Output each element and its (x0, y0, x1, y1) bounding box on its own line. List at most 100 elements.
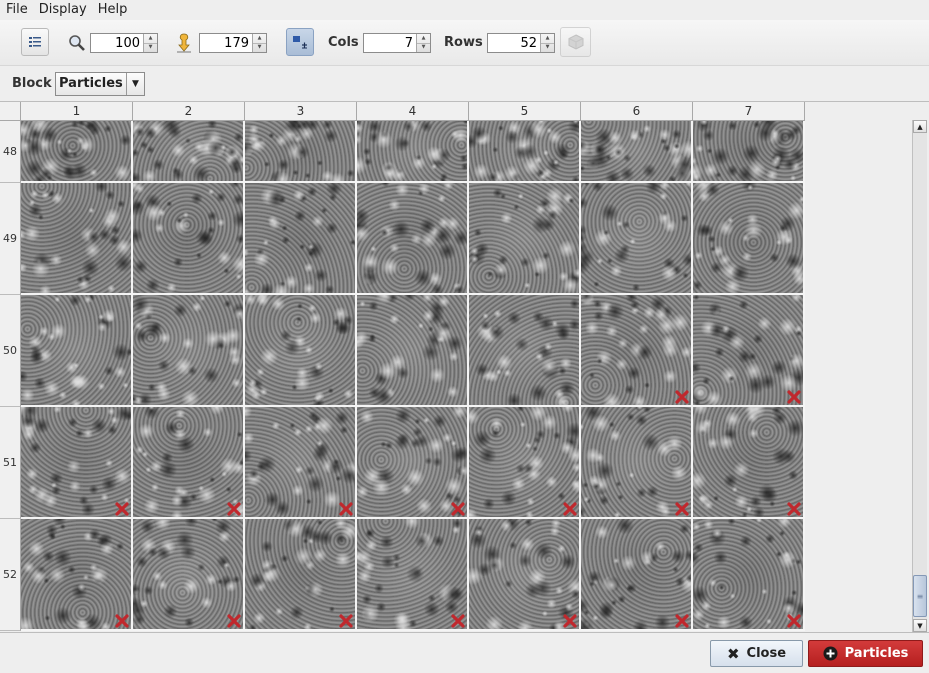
particle-cell[interactable] (581, 519, 693, 631)
disabled-mark-icon (339, 614, 353, 628)
column-header[interactable]: 2 (133, 102, 245, 121)
table-corner (0, 102, 21, 121)
volume-3d-button[interactable] (560, 27, 591, 57)
particle-cell[interactable] (693, 519, 805, 631)
particle-cell[interactable] (245, 407, 357, 519)
particle-cell[interactable] (581, 183, 693, 295)
particle-cell[interactable] (357, 407, 469, 519)
disabled-mark-icon (339, 502, 353, 516)
cols-down-arrow[interactable]: ▼ (417, 42, 430, 53)
particle-cell[interactable] (693, 407, 805, 519)
particle-cell[interactable] (245, 183, 357, 295)
grid-adjust-icon (293, 36, 307, 49)
save-particles-button[interactable]: Particles (808, 640, 923, 667)
row-header[interactable]: 48 (0, 121, 21, 183)
cols-label: Cols (328, 35, 359, 50)
particle-cell[interactable] (469, 295, 581, 407)
particle-cell[interactable] (469, 121, 581, 183)
rows-down-arrow[interactable]: ▼ (541, 42, 554, 53)
particle-cell[interactable] (21, 295, 133, 407)
column-header[interactable]: 7 (693, 102, 805, 121)
particles-button-label: Particles (844, 646, 909, 661)
particle-cell[interactable] (693, 183, 805, 295)
row-header[interactable]: 52 (0, 519, 21, 631)
menu-display[interactable]: Display (33, 0, 92, 20)
particle-cell[interactable] (21, 121, 133, 183)
particle-cell[interactable] (469, 519, 581, 631)
cols-up-arrow[interactable]: ▲ (417, 34, 430, 43)
particle-cell[interactable] (133, 407, 245, 519)
particle-cell[interactable] (21, 183, 133, 295)
zoom-up-arrow[interactable]: ▲ (144, 34, 157, 43)
row-header[interactable]: 50 (0, 295, 21, 407)
scroll-thumb[interactable]: ≡ (913, 575, 927, 617)
angle-spinner[interactable]: ▲▼ (199, 33, 267, 53)
row-header[interactable]: 51 (0, 407, 21, 519)
chevron-down-icon[interactable]: ▼ (126, 73, 144, 95)
disabled-mark-icon (675, 502, 689, 516)
column-header[interactable]: 4 (357, 102, 469, 121)
particle-cell[interactable] (357, 183, 469, 295)
disabled-mark-icon (227, 502, 241, 516)
particle-cell[interactable] (357, 121, 469, 183)
rows-input[interactable] (488, 34, 540, 52)
column-header[interactable]: 1 (21, 102, 133, 121)
scroll-down-arrow[interactable]: ▼ (913, 619, 927, 632)
zoom-spinner[interactable]: ▲▼ (90, 33, 158, 53)
particle-cell[interactable] (133, 183, 245, 295)
disabled-mark-icon (787, 390, 801, 404)
disabled-mark-icon (451, 614, 465, 628)
particle-cell[interactable] (581, 121, 693, 183)
particle-cell[interactable] (693, 295, 805, 407)
close-icon: ✖ (726, 644, 740, 663)
menu-help[interactable]: Help (92, 0, 133, 20)
disabled-mark-icon (115, 614, 129, 628)
block-label: Block (12, 76, 52, 91)
disabled-mark-icon (451, 502, 465, 516)
adjust-columns-toggle[interactable] (286, 28, 314, 56)
cube-icon (568, 34, 583, 50)
column-header[interactable]: 5 (469, 102, 581, 121)
cols-spinner[interactable]: ▲▼ (363, 33, 431, 53)
particle-cell[interactable] (357, 519, 469, 631)
particle-cell[interactable] (469, 183, 581, 295)
particle-cell[interactable] (693, 121, 805, 183)
close-button[interactable]: ✖ Close (710, 640, 803, 667)
list-icon (29, 37, 41, 47)
particle-cell[interactable] (357, 295, 469, 407)
angle-input[interactable] (200, 34, 252, 52)
menu-bar: File Display Help (0, 0, 929, 20)
disabled-mark-icon (787, 614, 801, 628)
rows-up-arrow[interactable]: ▲ (541, 34, 554, 43)
zoom-down-arrow[interactable]: ▼ (144, 42, 157, 53)
angle-up-arrow[interactable]: ▲ (253, 34, 266, 43)
row-header[interactable]: 49 (0, 183, 21, 295)
block-select-value: Particles (59, 76, 123, 91)
add-circle-icon (823, 646, 838, 661)
list-view-button[interactable] (21, 28, 49, 56)
particle-cell[interactable] (581, 295, 693, 407)
particle-cell[interactable] (133, 295, 245, 407)
particle-cell[interactable] (469, 407, 581, 519)
menu-file[interactable]: File (0, 0, 33, 20)
disabled-mark-icon (675, 614, 689, 628)
particle-cell[interactable] (133, 519, 245, 631)
angle-down-arrow[interactable]: ▼ (253, 42, 266, 53)
disabled-mark-icon (563, 502, 577, 516)
zoom-input[interactable] (91, 34, 143, 52)
particle-cell[interactable] (133, 121, 245, 183)
particle-cell[interactable] (245, 519, 357, 631)
rows-spinner[interactable]: ▲▼ (487, 33, 555, 53)
column-header[interactable]: 3 (245, 102, 357, 121)
particle-cell[interactable] (245, 295, 357, 407)
disabled-mark-icon (787, 502, 801, 516)
vertical-scrollbar[interactable]: ▲ ≡ ▼ (912, 120, 927, 632)
particle-cell[interactable] (245, 121, 357, 183)
block-select[interactable]: Particles ▼ (55, 72, 145, 96)
particle-cell[interactable] (21, 519, 133, 631)
particle-cell[interactable] (581, 407, 693, 519)
cols-input[interactable] (364, 34, 416, 52)
particle-cell[interactable] (21, 407, 133, 519)
scroll-up-arrow[interactable]: ▲ (913, 120, 927, 133)
column-header[interactable]: 6 (581, 102, 693, 121)
